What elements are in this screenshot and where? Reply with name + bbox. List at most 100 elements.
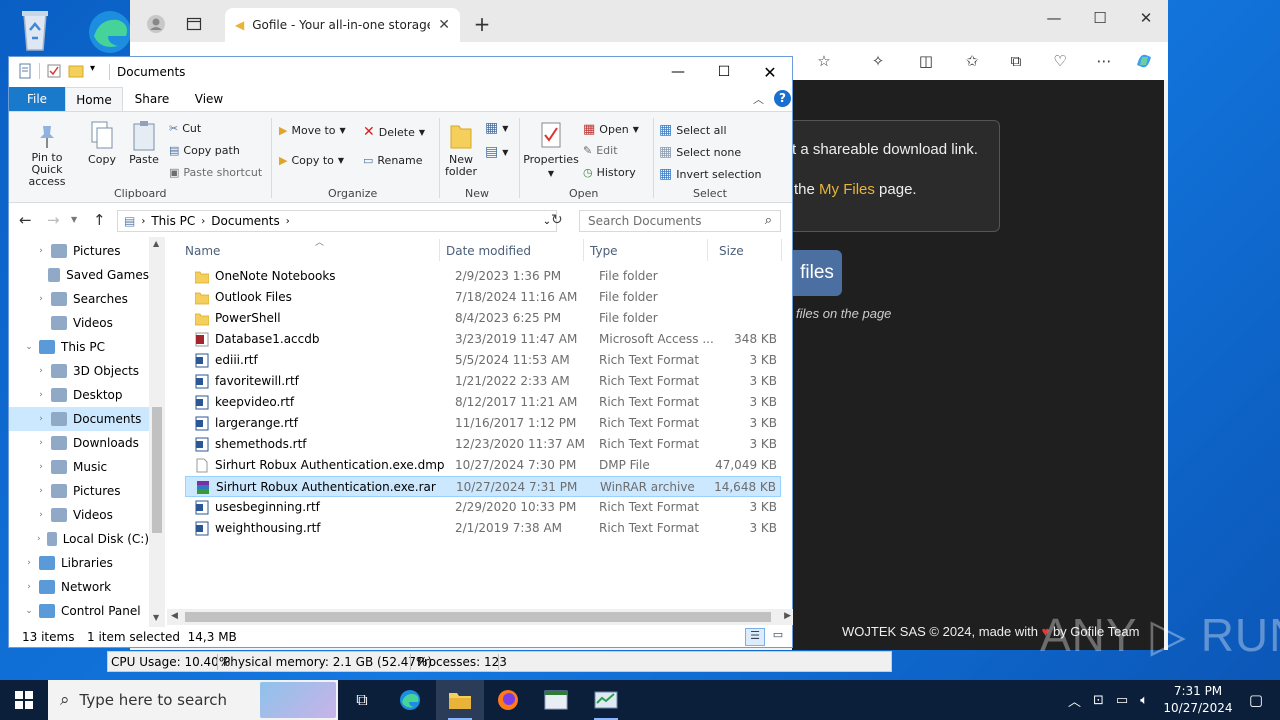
file-row[interactable]: usesbeginning.rtf 2/29/2020 10:33 PM Rich … [185,497,781,518]
tab-view[interactable]: View [181,87,237,111]
chevron-right-icon[interactable]: › [35,246,47,256]
horizontal-scroll-thumb[interactable] [185,612,771,622]
file-row[interactable]: Outlook Files 7/18/2024 11:16 AM File fold… [185,287,781,308]
nav-item[interactable]: › Network [9,575,149,599]
nav-item[interactable]: Videos [9,311,149,335]
horizontal-scrollbar[interactable]: ◀ ▶ [167,609,793,625]
chevron-right-icon[interactable]: › [35,390,47,400]
nav-item[interactable]: ⌄ Control Panel [9,599,149,623]
more-options-icon[interactable]: ⋯ [1092,49,1116,73]
chevron-right-icon[interactable]: › [35,294,47,304]
new-tab-icon[interactable]: + [470,12,494,36]
browser-maximize-icon[interactable]: ☐ [1088,6,1112,30]
chevron-right-icon[interactable]: › [35,366,47,376]
show-hidden-icons-icon[interactable]: ︿ [1068,691,1081,710]
favorites-icon[interactable]: ✩ [960,49,984,73]
maximize-button[interactable]: ☐ [701,57,747,87]
split-screen-icon[interactable]: ◫ [914,49,938,73]
file-row[interactable]: shemethods.rtf 12/23/2020 11:37 AM Rich Te… [185,434,781,455]
nav-item[interactable]: › Pictures [9,479,149,503]
refresh-icon[interactable]: ↻ [551,212,563,228]
nav-item[interactable]: › Desktop [9,383,149,407]
tab-actions-icon[interactable] [182,12,206,36]
edge-taskbar-icon[interactable] [386,680,434,720]
close-button[interactable]: ✕ [747,57,793,87]
task-view-icon[interactable]: ⧉ [338,680,386,720]
file-row[interactable]: OneNote Notebooks 2/9/2023 1:36 PM File fo… [185,266,781,287]
move-to-button[interactable]: ▶ Move to ▼ [279,124,346,137]
recent-locations-icon[interactable]: ▼ [71,215,77,224]
chevron-down-icon[interactable]: ⌄ [23,606,35,616]
column-size[interactable]: Size [719,244,744,258]
task-manager-taskbar-icon[interactable] [582,680,630,720]
scroll-left-icon[interactable]: ◀ [171,611,178,621]
nav-item[interactable]: › Music [9,455,149,479]
column-separator[interactable] [439,239,440,261]
collections-icon[interactable]: ⧉ [1004,49,1028,73]
notifications-icon[interactable]: ▢ [1232,680,1280,720]
chevron-right-icon[interactable]: › [23,582,35,592]
file-row[interactable]: largerange.rtf 11/16/2017 1:12 PM Rich Tex… [185,413,781,434]
volume-icon[interactable]: 🔈︎ [1140,693,1148,708]
scroll-down-icon[interactable]: ▼ [153,613,159,622]
open-button[interactable]: ▦ Open ▼ [583,122,639,137]
taskbar-clock[interactable]: 7:31 PM 10/27/2024 [1160,683,1236,717]
extensions-icon[interactable]: ✧ [866,49,890,73]
chevron-right-icon[interactable]: › [35,438,47,448]
chevron-right-icon[interactable]: › [35,534,43,544]
nav-item[interactable]: › Libraries [9,551,149,575]
breadcrumb-this-pc[interactable]: This PC [151,214,195,228]
details-view-icon[interactable]: ☰ [745,628,765,646]
select-none-button[interactable]: ▦ Select none [659,144,741,160]
chevron-right-icon[interactable]: › [35,486,47,496]
tab-file[interactable]: File [9,87,65,111]
invert-selection-button[interactable]: ▦ Invert selection [659,166,762,182]
file-row[interactable]: Sirhurt Robux Authentication.exe.rar 10/2… [185,476,781,497]
profile-icon[interactable] [144,12,168,36]
file-row[interactable]: weighthousing.rtf 2/1/2019 7:38 AM Rich Te… [185,518,781,539]
new-folder-qat-icon[interactable] [68,63,84,79]
copy-button[interactable]: Copy [85,120,119,166]
browser-tab-gofile[interactable]: ◀ Gofile - Your all-in-one storage s ✕ [225,8,460,42]
file-row[interactable]: PowerShell 8/4/2023 6:25 PM File folder [185,308,781,329]
chevron-down-icon[interactable]: ⌄ [23,342,35,352]
edit-button[interactable]: ✎ Edit [583,144,618,157]
my-files-link[interactable]: My Files [819,181,875,198]
up-arrow-icon[interactable]: ↑ [93,211,106,229]
nav-item[interactable]: Saved Games [9,263,149,287]
copilot-icon[interactable] [1132,49,1156,73]
delete-button[interactable]: ✕ Delete ▼ [363,124,425,140]
chevron-right-icon[interactable]: › [23,558,35,568]
taskbar-search[interactable]: ⌕ Type here to search [48,680,338,720]
column-separator[interactable] [583,239,584,261]
paste-shortcut-button[interactable]: ▣ Paste shortcut [169,166,262,179]
file-row[interactable]: favoritewill.rtf 1/21/2022 2:33 AM Rich Te… [185,371,781,392]
cut-button[interactable]: ✂ Cut [169,122,201,135]
copy-to-button[interactable]: ▶ Copy to ▼ [279,154,344,167]
browser-close-icon[interactable]: ✕ [1134,6,1158,30]
copy-path-button[interactable]: ▤ Copy path [169,144,240,157]
nav-item[interactable]: › Local Disk (C:) [9,527,149,551]
file-row[interactable]: keepvideo.rtf 8/12/2017 11:21 AM Rich Text… [185,392,781,413]
breadcrumb-documents[interactable]: Documents [211,214,279,228]
scroll-up-icon[interactable]: ▲ [153,239,159,248]
firefox-taskbar-icon[interactable] [484,680,532,720]
tab-home[interactable]: Home [65,87,123,111]
paste-button[interactable]: Paste [127,120,161,166]
column-date-modified[interactable]: Date modified [446,244,531,258]
pin-to-quick-access-button[interactable]: Pin to Quick access [15,122,79,188]
chevron-right-icon[interactable]: › [35,462,47,472]
network-status-icon[interactable]: ⊡ [1093,693,1104,708]
file-row[interactable]: Database1.accdb 3/23/2019 11:47 AM Microso… [185,329,781,350]
chevron-right-icon[interactable]: › [35,414,47,424]
column-type[interactable]: Type [590,244,618,258]
nav-item[interactable]: ⌄ This PC [9,335,149,359]
search-box[interactable]: Search Documents ⌕ [579,210,781,232]
address-bar[interactable]: ▤ › This PC › Documents › ⌄ [117,210,557,232]
select-all-button[interactable]: ▦ Select all [659,122,727,138]
new-folder-button[interactable]: New folder [443,120,479,178]
file-row[interactable]: ediii.rtf 5/5/2024 11:53 AM Rich Text Form… [185,350,781,371]
recycle-bin-icon[interactable] [10,6,70,56]
column-name[interactable]: Name [185,244,220,258]
properties-qat-icon[interactable] [46,63,62,79]
